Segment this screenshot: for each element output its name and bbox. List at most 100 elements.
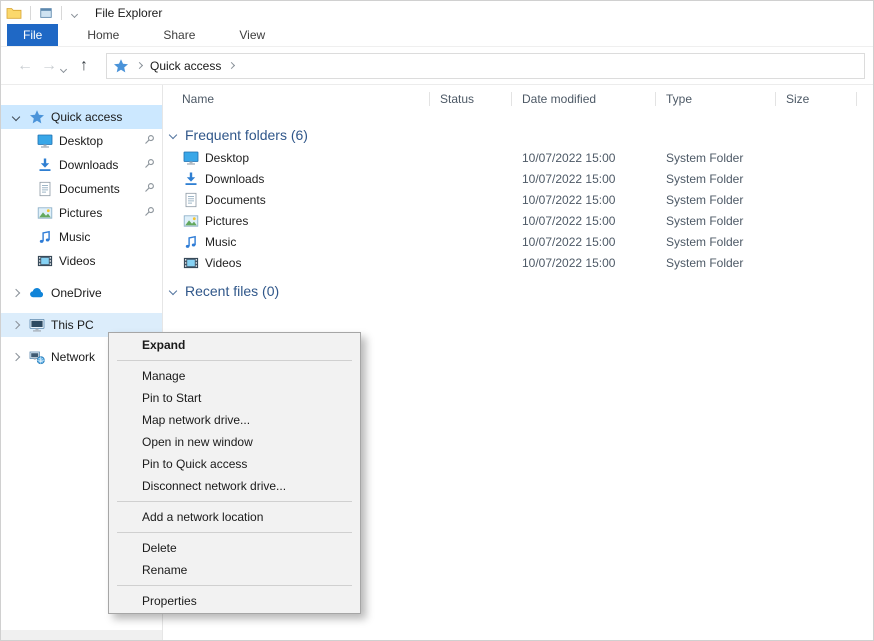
- menu-item-map-network-drive[interactable]: Map network drive...: [109, 409, 360, 431]
- sidebar-item-label: Desktop: [59, 134, 103, 148]
- column-header-type[interactable]: Type: [656, 85, 776, 113]
- navigation-bar: ← → ↑ Quick access: [1, 47, 873, 85]
- desktop-icon: [183, 150, 199, 166]
- sidebar-item-label: OneDrive: [51, 286, 102, 300]
- menu-item-expand[interactable]: Expand: [109, 334, 360, 356]
- column-headers: Name Status Date modified Type Size: [163, 85, 873, 113]
- desktop-icon: [37, 133, 53, 149]
- file-type: System Folder: [656, 214, 776, 228]
- file-date-modified: 10/07/2022 15:00: [512, 151, 656, 165]
- chevron-right-icon[interactable]: [9, 354, 23, 360]
- sidebar-item-documents[interactable]: Documents: [1, 177, 162, 201]
- quick-toolbar-properties-icon[interactable]: [39, 6, 53, 20]
- file-type: System Folder: [656, 256, 776, 270]
- tab-share[interactable]: Share: [148, 24, 210, 46]
- customize-toolbar-dropdown-icon[interactable]: [72, 6, 77, 20]
- file-date-modified: 10/07/2022 15:00: [512, 193, 656, 207]
- menu-separator: [117, 360, 352, 361]
- menu-item-disconnect-network-drive[interactable]: Disconnect network drive...: [109, 475, 360, 497]
- menu-item-properties[interactable]: Properties: [109, 590, 360, 612]
- group-header-frequent-folders[interactable]: Frequent folders (6): [163, 123, 873, 147]
- sidebar-item-label: Quick access: [51, 110, 122, 124]
- column-header-date-modified[interactable]: Date modified: [512, 85, 656, 113]
- music-icon: [183, 234, 199, 250]
- menu-item-add-network-location[interactable]: Add a network location: [109, 506, 360, 528]
- documents-icon: [37, 181, 53, 197]
- sidebar-item-label: Pictures: [59, 206, 102, 220]
- column-header-name[interactable]: Name: [163, 85, 430, 113]
- sidebar-item-desktop[interactable]: Desktop: [1, 129, 162, 153]
- network-icon: [29, 349, 45, 365]
- file-type: System Folder: [656, 235, 776, 249]
- videos-icon: [37, 253, 53, 269]
- sidebar-item-label: Network: [51, 350, 95, 364]
- downloads-icon: [183, 171, 199, 187]
- file-type: System Folder: [656, 151, 776, 165]
- sidebar-item-onedrive[interactable]: OneDrive: [1, 281, 162, 305]
- chevron-down-icon[interactable]: [9, 114, 23, 120]
- tab-home[interactable]: Home: [72, 24, 134, 46]
- collapse-chevron-icon[interactable]: [169, 131, 177, 139]
- sidebar-item-videos[interactable]: Videos: [1, 249, 162, 273]
- documents-icon: [183, 192, 199, 208]
- address-bar[interactable]: Quick access: [106, 53, 865, 79]
- sidebar-item-label: Documents: [59, 182, 120, 196]
- group-header-recent-files[interactable]: Recent files (0): [163, 279, 873, 303]
- this-pc-icon: [29, 317, 45, 333]
- titlebar-divider: [61, 6, 62, 20]
- breadcrumb-chevron-icon[interactable]: [136, 62, 143, 69]
- chevron-right-icon[interactable]: [9, 322, 23, 328]
- file-date-modified: 10/07/2022 15:00: [512, 256, 656, 270]
- pin-icon: [142, 181, 156, 195]
- sidebar-item-music[interactable]: Music: [1, 225, 162, 249]
- sidebar-item-label: This PC: [51, 318, 94, 332]
- menu-item-pin-to-quick-access[interactable]: Pin to Quick access: [109, 453, 360, 475]
- titlebar-divider: [30, 6, 31, 20]
- onedrive-cloud-icon: [29, 285, 45, 301]
- file-name: Documents: [205, 193, 266, 207]
- sidebar-item-label: Downloads: [59, 158, 118, 172]
- file-row-pictures[interactable]: Pictures 10/07/2022 15:00 System Folder: [163, 210, 873, 231]
- file-explorer-window: File Explorer File Home Share View ← → ↑…: [0, 0, 874, 641]
- group-header-label: Frequent folders (6): [185, 127, 308, 143]
- column-header-label: Name: [182, 92, 214, 106]
- file-row-downloads[interactable]: Downloads 10/07/2022 15:00 System Folder: [163, 168, 873, 189]
- menu-item-pin-to-start[interactable]: Pin to Start: [109, 387, 360, 409]
- file-row-videos[interactable]: Videos 10/07/2022 15:00 System Folder: [163, 252, 873, 273]
- file-type: System Folder: [656, 172, 776, 186]
- menu-separator: [117, 585, 352, 586]
- pin-icon: [142, 133, 156, 147]
- file-row-music[interactable]: Music 10/07/2022 15:00 System Folder: [163, 231, 873, 252]
- column-header-status[interactable]: Status: [430, 85, 512, 113]
- chevron-right-icon[interactable]: [9, 290, 23, 296]
- menu-item-manage[interactable]: Manage: [109, 365, 360, 387]
- sidebar-item-label: Music: [59, 230, 90, 244]
- tab-view[interactable]: View: [224, 24, 280, 46]
- sidebar-horizontal-scrollbar[interactable]: [1, 630, 162, 641]
- column-header-size[interactable]: Size: [776, 85, 857, 113]
- sidebar-item-downloads[interactable]: Downloads: [1, 153, 162, 177]
- file-row-documents[interactable]: Documents 10/07/2022 15:00 System Folder: [163, 189, 873, 210]
- collapse-chevron-icon[interactable]: [169, 287, 177, 295]
- sidebar-item-pictures[interactable]: Pictures: [1, 201, 162, 225]
- forward-icon[interactable]: →: [37, 58, 61, 74]
- file-row-desktop[interactable]: Desktop 10/07/2022 15:00 System Folder: [163, 147, 873, 168]
- music-icon: [37, 229, 53, 245]
- menu-separator: [117, 532, 352, 533]
- menu-item-rename[interactable]: Rename: [109, 559, 360, 581]
- breadcrumb-chevron-icon[interactable]: [228, 62, 235, 69]
- pictures-icon: [183, 213, 199, 229]
- pictures-icon: [37, 205, 53, 221]
- column-header-label: Date modified: [522, 92, 596, 106]
- breadcrumb-location[interactable]: Quick access: [150, 59, 221, 73]
- menu-item-open-in-new-window[interactable]: Open in new window: [109, 431, 360, 453]
- file-name: Videos: [205, 256, 241, 270]
- tab-file[interactable]: File: [7, 24, 58, 46]
- recent-locations-dropdown-icon[interactable]: [61, 61, 66, 75]
- back-icon[interactable]: ←: [13, 58, 37, 74]
- sidebar-item-quick-access[interactable]: Quick access: [1, 105, 162, 129]
- up-icon[interactable]: ↑: [72, 58, 96, 74]
- videos-icon: [183, 255, 199, 271]
- menu-item-delete[interactable]: Delete: [109, 537, 360, 559]
- sidebar-item-label: Videos: [59, 254, 95, 268]
